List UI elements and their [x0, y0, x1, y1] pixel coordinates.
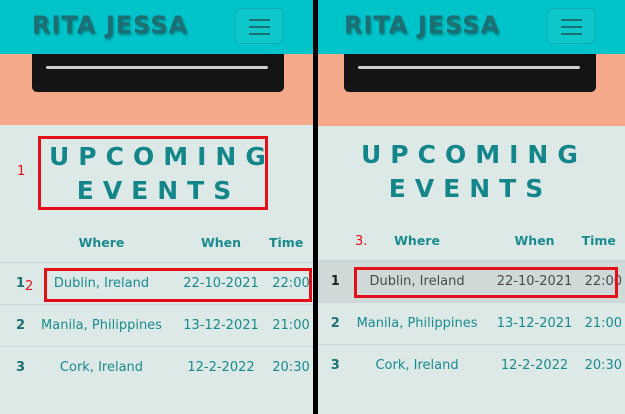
- event-where: Manila, Philippines: [346, 302, 488, 345]
- event-when: 13-12-2021: [173, 304, 269, 347]
- table-row[interactable]: 2 Manila, Philippines 13-12-2021 21:00: [0, 304, 313, 347]
- navbar: RITA JESSA: [0, 0, 313, 54]
- row-number: 3: [330, 357, 340, 373]
- annotation-marker-1: 1: [17, 164, 26, 179]
- column-header-number: [0, 224, 30, 263]
- row-number: 2: [318, 302, 347, 345]
- column-header-where: Where: [30, 224, 173, 263]
- event-when: 12-2-2022: [187, 359, 255, 375]
- hero-banner: [318, 54, 625, 126]
- hero-banner: [0, 54, 313, 125]
- brand-logo[interactable]: RITA JESSA: [32, 11, 188, 39]
- event-when: 13-12-2021: [487, 302, 582, 345]
- event-time: 20:30: [272, 359, 310, 375]
- table-row[interactable]: 3 Cork, Ireland 12-2-2022 20:30: [318, 344, 625, 386]
- column-header-when: When: [487, 222, 582, 261]
- annotation-box-right-row: [354, 267, 618, 298]
- column-header-time: Time: [269, 224, 313, 263]
- event-time: 20:30: [584, 357, 623, 373]
- event-time: 21:00: [269, 304, 313, 347]
- table-header-row: Where When Time: [0, 224, 313, 263]
- annotation-marker-3: 3.: [355, 234, 368, 249]
- hamburger-icon: [561, 19, 582, 21]
- hero-image: [344, 54, 596, 92]
- heading-line-1: UPCOMING: [361, 140, 587, 169]
- column-header-time: Time: [581, 222, 625, 261]
- menu-toggle-button[interactable]: [235, 8, 283, 44]
- event-where: Cork, Ireland: [59, 359, 144, 375]
- row-number: 1: [318, 260, 347, 303]
- section-heading: UPCOMING EVENTS: [352, 138, 580, 206]
- table-row[interactable]: 2 Manila, Philippines 13-12-2021 21:00: [318, 302, 625, 345]
- row-number: 3: [15, 359, 26, 375]
- menu-toggle-button[interactable]: [547, 8, 595, 44]
- annotation-marker-2: 2: [25, 279, 34, 294]
- table-row[interactable]: 3 Cork, Ireland 12-2-2022 20:30: [0, 346, 313, 388]
- brand-logo[interactable]: RITA JESSA: [344, 11, 500, 39]
- heading-line-2: EVENTS: [388, 174, 553, 203]
- event-where: Manila, Philippines: [30, 304, 173, 347]
- annotation-box-heading: [38, 136, 268, 210]
- events-table: Where When Time 1 Dublin, Ireland 22-10-…: [0, 224, 313, 388]
- column-header-number: [318, 222, 347, 261]
- event-when: 12-2-2022: [500, 357, 569, 373]
- event-where: Cork, Ireland: [375, 357, 459, 373]
- hero-image: [32, 54, 284, 92]
- column-header-when: When: [173, 224, 269, 263]
- annotation-box-left-row: [44, 268, 312, 302]
- column-header-where: Where: [346, 222, 488, 261]
- event-time: 21:00: [581, 302, 625, 345]
- right-screenshot-panel: RITA JESSA UPCOMING EVENTS Where When Ti…: [318, 0, 625, 414]
- hamburger-icon: [249, 19, 270, 21]
- row-number: 2: [0, 304, 30, 347]
- navbar: RITA JESSA: [318, 0, 625, 54]
